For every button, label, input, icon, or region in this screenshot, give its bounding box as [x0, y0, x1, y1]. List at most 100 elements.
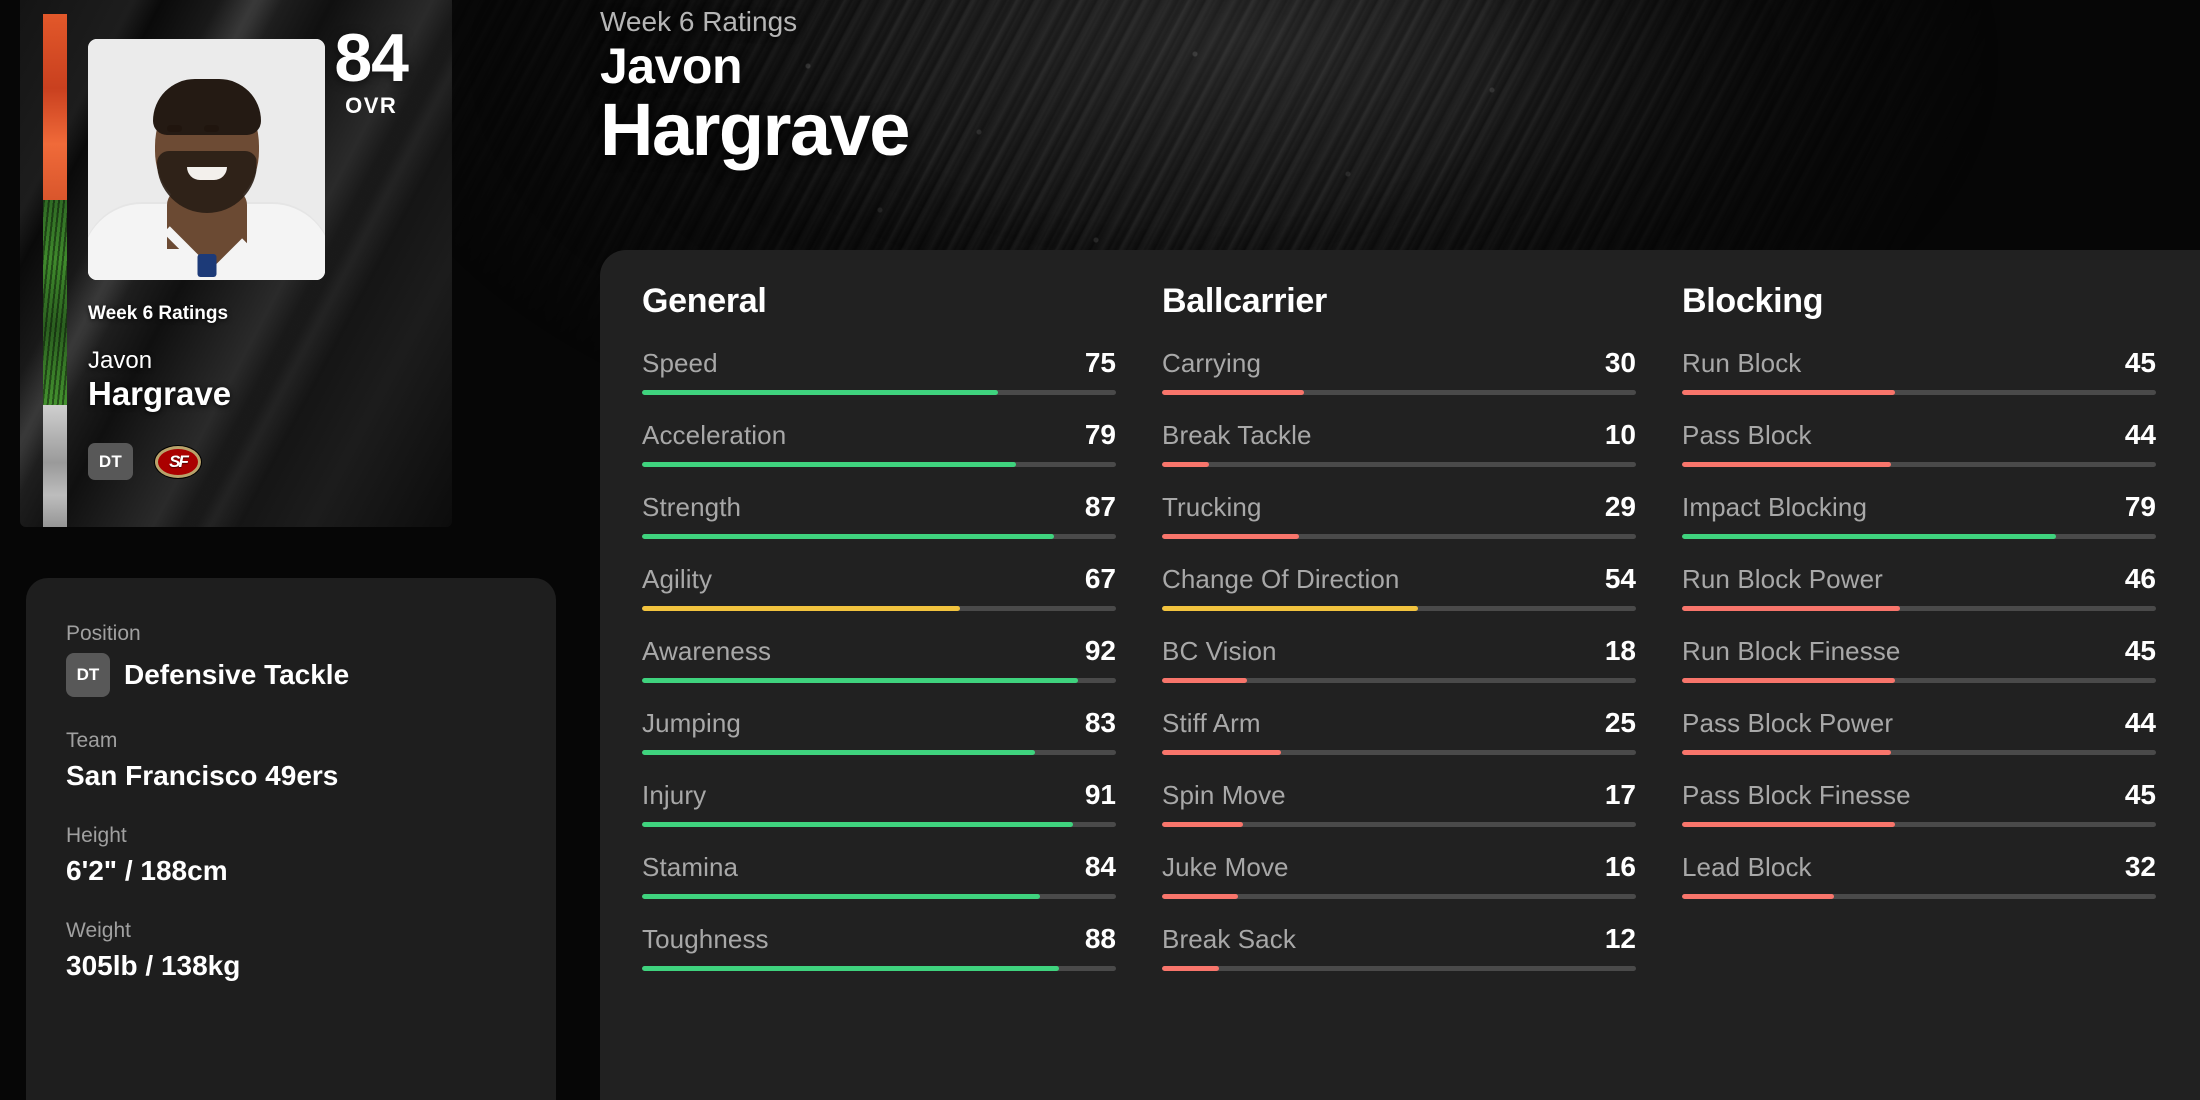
ratings-page: 84 OVR Week 6 Ratings Javon Hargrave DT …	[0, 0, 2200, 1100]
stat-row: Lead Block 32	[1682, 851, 2200, 899]
stat-label: BC Vision	[1162, 636, 1277, 666]
stat-header: Run Block 45	[1682, 347, 2156, 379]
stat-header: Break Sack 12	[1162, 923, 1636, 955]
stat-row: Speed 75	[642, 347, 1120, 395]
stat-value: 75	[1084, 347, 1116, 378]
stat-track	[1162, 822, 1636, 827]
stat-fill	[642, 390, 998, 395]
stat-header: Run Block Finesse 45	[1682, 635, 2156, 667]
stat-fill	[1682, 822, 1896, 827]
stat-value: 87	[1084, 491, 1116, 522]
info-row-team: Team San Francisco 49ers	[66, 729, 516, 792]
stat-header: Spin Move 17	[1162, 779, 1636, 811]
stat-fill	[1162, 390, 1305, 395]
stat-track	[1682, 822, 2156, 827]
overall-rating-label: OVR	[345, 92, 398, 118]
stat-header: BC Vision 18	[1162, 635, 1636, 667]
ratings-group-title: Ballcarrier	[1162, 282, 1327, 320]
player-hero-card[interactable]: 84 OVR Week 6 Ratings Javon Hargrave DT …	[20, 0, 452, 527]
ratings-column-ballcarrier: Ballcarrier Carrying 30 Break Tackle 10 Truck…	[1120, 282, 1640, 1100]
stat-fill	[1162, 894, 1238, 899]
stat-fill	[642, 462, 1017, 467]
headshot-image	[88, 39, 325, 280]
page-title-last-name: Hargrave	[600, 88, 910, 171]
stat-value: 29	[1604, 491, 1636, 522]
info-row-weight: Weight 305lb / 138kg	[66, 919, 516, 982]
stat-header: Break Tackle 10	[1162, 419, 1636, 451]
stat-header: Stiff Arm 25	[1162, 707, 1636, 739]
stat-fill	[1682, 750, 1891, 755]
stat-track	[642, 750, 1116, 755]
stat-label: Spin Move	[1162, 780, 1286, 810]
stat-label: Juke Move	[1162, 852, 1289, 882]
ratings-group-title: General	[642, 282, 767, 320]
info-label: Team	[66, 729, 118, 752]
stat-row: Jumping 83	[642, 707, 1120, 755]
stat-fill	[1682, 390, 1896, 395]
stat-label: Break Sack	[1162, 924, 1296, 954]
stat-value: 88	[1084, 923, 1116, 954]
stat-track	[1162, 390, 1636, 395]
stat-value: 25	[1604, 707, 1636, 738]
team-logo-text: SF	[169, 451, 189, 471]
stat-value: 18	[1604, 635, 1636, 666]
stat-track	[1682, 678, 2156, 683]
stat-row: Spin Move 17	[1162, 779, 1640, 827]
stat-label: Toughness	[642, 924, 769, 954]
info-row-position: Position DT Defensive Tackle	[66, 622, 516, 697]
strip-segment-grey	[43, 405, 67, 527]
overall-rating-value: 84	[334, 20, 409, 96]
stat-track	[1162, 894, 1636, 899]
stat-track	[642, 462, 1116, 467]
stat-label: Pass Block	[1682, 420, 1812, 450]
stat-value: 92	[1084, 635, 1116, 666]
stat-label: Injury	[642, 780, 707, 810]
player-headshot	[88, 39, 325, 280]
stat-label: Agility	[642, 564, 713, 594]
stat-track	[1162, 534, 1636, 539]
team-logo-icon: SF	[155, 445, 201, 478]
stat-header: Pass Block Power 44	[1682, 707, 2156, 739]
stat-label: Stamina	[642, 852, 739, 882]
info-label: Height	[66, 824, 127, 847]
stat-row: Carrying 30	[1162, 347, 1640, 395]
stat-fill	[1682, 462, 1891, 467]
ratings-column-blocking: Blocking Run Block 45 Pass Block 44 Impact Bl…	[1640, 282, 2200, 1100]
stat-row: Juke Move 16	[1162, 851, 1640, 899]
stat-header: Carrying 30	[1162, 347, 1636, 379]
stat-label: Acceleration	[642, 420, 787, 450]
stat-row: Awareness 92	[642, 635, 1120, 683]
page-title-first-name: Javon	[600, 38, 743, 94]
ratings-group-title: Blocking	[1682, 282, 1824, 320]
stat-header: Change Of Direction 54	[1162, 563, 1636, 595]
stat-label: Trucking	[1162, 492, 1262, 522]
stat-header: Jumping 83	[642, 707, 1116, 739]
stat-track	[1162, 462, 1636, 467]
stat-header: Run Block Power 46	[1682, 563, 2156, 595]
stat-track	[642, 390, 1116, 395]
hero-card-first-name: Javon	[88, 347, 153, 374]
stat-fill	[1162, 534, 1300, 539]
stat-label: Stiff Arm	[1162, 708, 1261, 738]
position-badge: DT	[88, 443, 133, 480]
stat-value: 91	[1084, 779, 1116, 810]
stat-label: Run Block	[1682, 348, 1802, 378]
stat-row: Injury 91	[642, 779, 1120, 827]
stat-label: Impact Blocking	[1682, 492, 1868, 522]
stat-row: Stiff Arm 25	[1162, 707, 1640, 755]
stat-track	[642, 678, 1116, 683]
info-value: 305lb / 138kg	[66, 950, 241, 981]
info-row-height: Height 6'2" / 188cm	[66, 824, 516, 887]
ratings-panel: General Speed 75 Acceleration 79 Strength 87 Ag…	[600, 250, 2200, 1100]
stat-row: Impact Blocking 79	[1682, 491, 2200, 539]
stat-row: Toughness 88	[642, 923, 1120, 971]
stat-row: Run Block 45	[1682, 347, 2200, 395]
stat-label: Lead Block	[1682, 852, 1812, 882]
stat-header: Pass Block Finesse 45	[1682, 779, 2156, 811]
stat-row: Break Tackle 10	[1162, 419, 1640, 467]
stat-label: Carrying	[1162, 348, 1262, 378]
stat-row: Run Block Power 46	[1682, 563, 2200, 611]
stat-value: 17	[1604, 779, 1636, 810]
stat-value: 45	[2124, 779, 2156, 810]
hero-side-strip	[43, 14, 67, 527]
